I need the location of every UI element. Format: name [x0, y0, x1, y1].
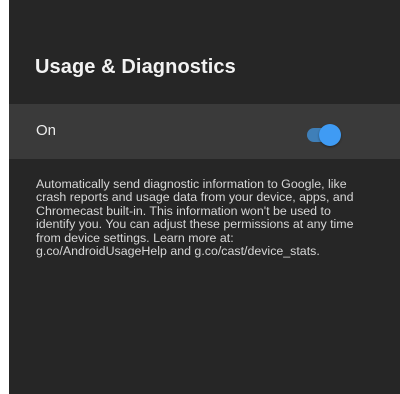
settings-panel: Usage & Diagnostics On Automatically sen…	[9, 0, 400, 394]
page-title: Usage & Diagnostics	[35, 56, 236, 78]
usage-diagnostics-toggle[interactable]	[307, 124, 341, 146]
toggle-thumb	[319, 124, 341, 146]
toggle-label: On	[36, 122, 57, 139]
description-text: Automatically send diagnostic informatio…	[36, 177, 354, 259]
usage-diagnostics-toggle-row[interactable]: On	[9, 104, 400, 159]
